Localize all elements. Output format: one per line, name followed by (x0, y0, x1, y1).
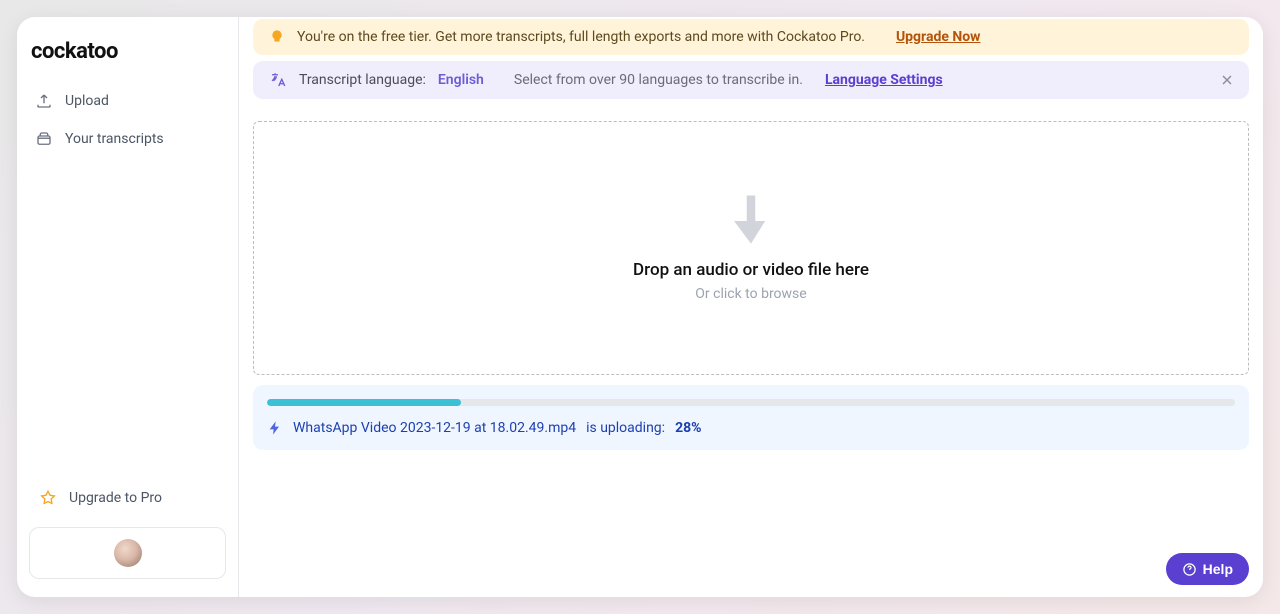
upgrade-to-pro-link[interactable]: Upgrade to Pro (29, 481, 226, 515)
sidebar-item-upload[interactable]: Upload (25, 82, 230, 120)
file-dropzone[interactable]: Drop an audio or video file here Or clic… (253, 121, 1249, 375)
free-tier-banner: You're on the free tier. Get more transc… (253, 19, 1249, 55)
upload-status-text: is uploading: (586, 420, 665, 436)
sidebar-item-transcripts[interactable]: Your transcripts (25, 120, 230, 158)
language-value: English (438, 72, 484, 88)
upgrade-now-link[interactable]: Upgrade Now (896, 29, 980, 45)
upload-percent: 28% (675, 420, 701, 436)
help-label: Help (1203, 561, 1233, 577)
sidebar-item-label: Upload (65, 93, 109, 109)
progress-bar (267, 399, 1235, 406)
dropzone-subtitle: Or click to browse (695, 286, 806, 302)
account-menu[interactable] (29, 527, 226, 579)
upload-icon (35, 92, 53, 110)
progress-fill (267, 399, 461, 406)
sidebar-item-label: Your transcripts (65, 131, 164, 147)
drop-arrow-icon (734, 194, 768, 248)
star-icon (39, 489, 57, 507)
upload-filename: WhatsApp Video 2023-12-19 at 18.02.49.mp… (293, 420, 576, 436)
language-settings-link[interactable]: Language Settings (825, 72, 943, 88)
main-content: You're on the free tier. Get more transc… (239, 17, 1263, 597)
upload-progress-panel: WhatsApp Video 2023-12-19 at 18.02.49.mp… (253, 385, 1249, 450)
translate-icon (269, 71, 287, 89)
sidebar: cockatoo Upload Your transcripts Upgr (17, 17, 239, 597)
language-hint: Select from over 90 languages to transcr… (514, 72, 803, 88)
close-icon[interactable] (1219, 72, 1235, 88)
avatar (114, 539, 142, 567)
dropzone-title: Drop an audio or video file here (633, 260, 869, 280)
upload-status-row: WhatsApp Video 2023-12-19 at 18.02.49.mp… (267, 420, 1235, 436)
language-label: Transcript language: (299, 72, 426, 88)
lightbulb-icon (269, 29, 285, 45)
free-tier-text: You're on the free tier. Get more transc… (297, 29, 865, 45)
upgrade-label: Upgrade to Pro (69, 490, 162, 506)
brand-logo: cockatoo (25, 35, 230, 82)
app-window: cockatoo Upload Your transcripts Upgr (17, 17, 1263, 597)
sidebar-bottom: Upgrade to Pro (25, 481, 230, 579)
sidebar-nav: Upload Your transcripts (25, 82, 230, 481)
inbox-icon (35, 130, 53, 148)
help-icon (1182, 562, 1197, 577)
bolt-icon (267, 420, 283, 436)
help-button[interactable]: Help (1166, 553, 1249, 585)
language-banner: Transcript language: English Select from… (253, 61, 1249, 99)
